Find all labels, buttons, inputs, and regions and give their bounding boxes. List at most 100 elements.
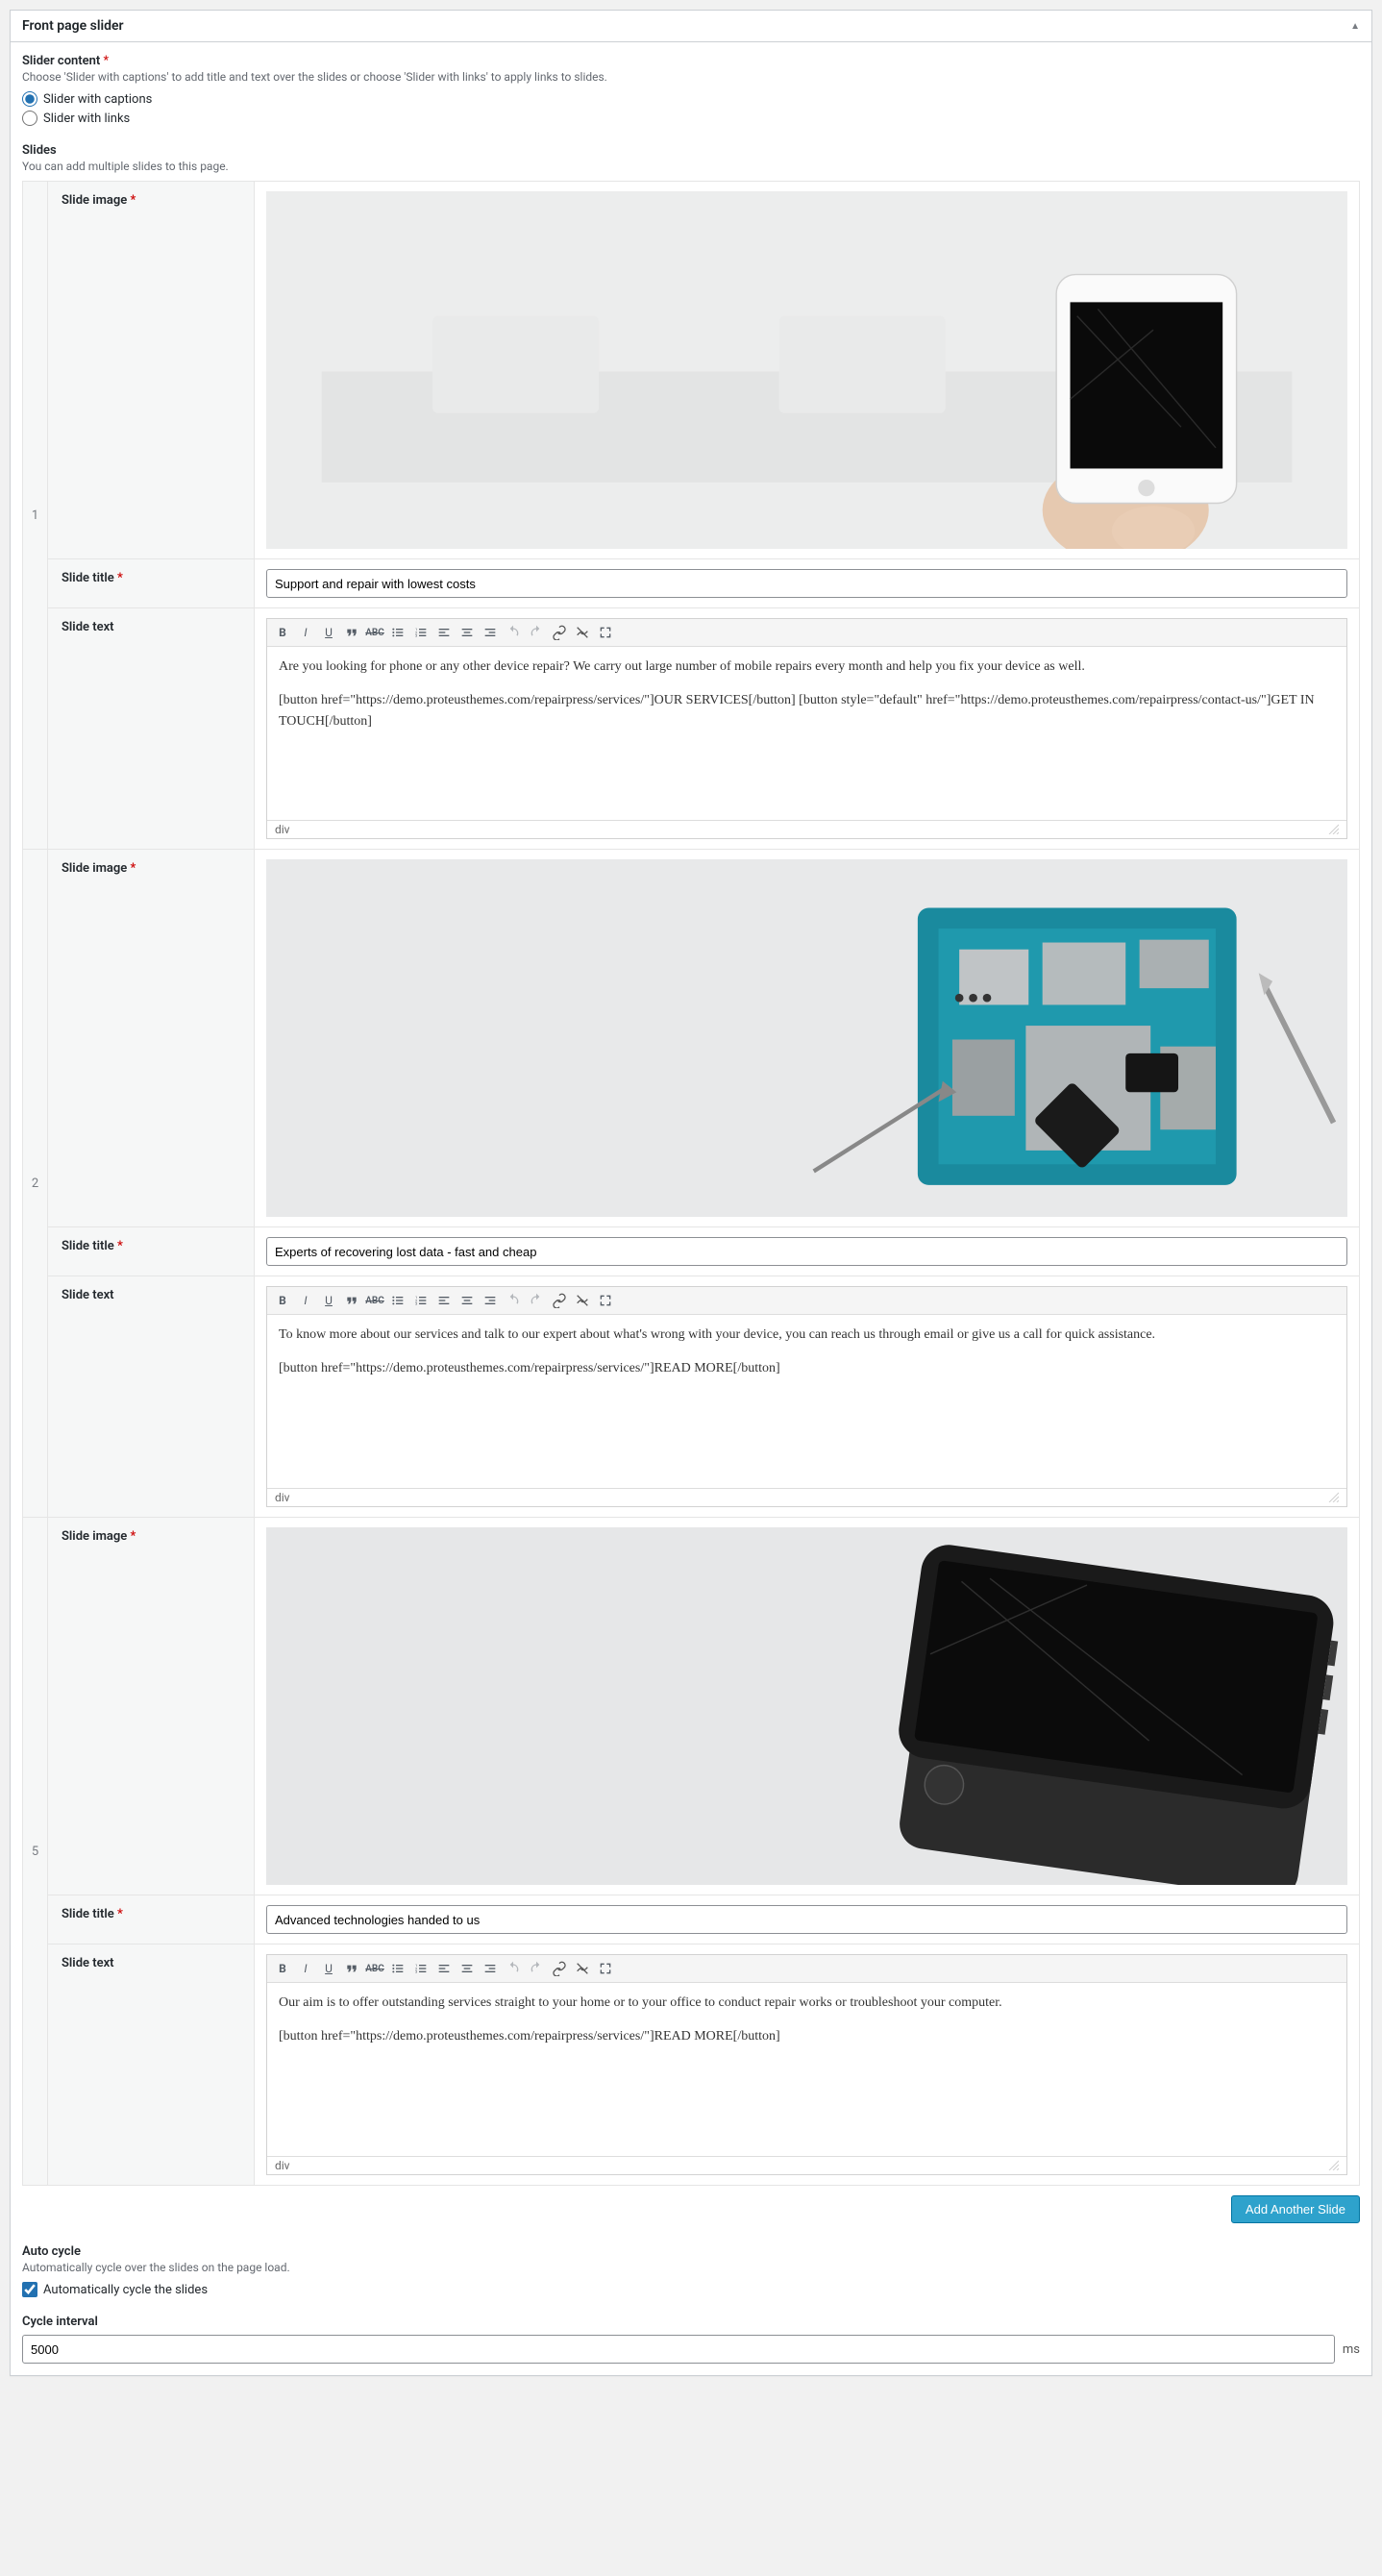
editor-content[interactable]: Are you looking for phone or any other d… [267,647,1346,820]
slide-image-preview[interactable] [266,191,1347,549]
resize-handle-icon[interactable] [1327,823,1339,834]
editor-path: div [275,823,290,836]
editor-path: div [275,2159,290,2172]
unlink-icon[interactable] [573,1959,592,1978]
undo-icon[interactable] [504,1959,523,1978]
fullscreen-icon[interactable] [596,1291,615,1310]
align-center-icon[interactable] [457,623,477,642]
redo-icon[interactable] [527,1291,546,1310]
row-index[interactable]: 5 [23,1518,48,2185]
svg-text:3: 3 [415,1969,417,1974]
align-right-icon[interactable] [481,1291,500,1310]
row-index[interactable]: 2 [23,850,48,1517]
blockquote-icon[interactable] [342,623,361,642]
underline-icon[interactable]: U [319,1291,338,1310]
bullet-list-icon[interactable] [388,1291,407,1310]
cycle-interval-input[interactable] [22,2335,1335,2364]
radio-label-captions[interactable]: Slider with captions [43,92,152,107]
slides-label: Slides [22,143,1360,158]
align-center-icon[interactable] [457,1959,477,1978]
slide-text-label: Slide text [48,608,255,849]
blockquote-icon[interactable] [342,1291,361,1310]
slide-image-2 [266,859,1347,1217]
wysiwyg-editor: B I U ABC 123 [266,618,1347,839]
slider-content-label: Slider content [22,54,100,68]
align-right-icon[interactable] [481,1959,500,1978]
slide-row: 5 Slide image * [23,1518,1359,2185]
align-right-icon[interactable] [481,623,500,642]
bold-icon[interactable]: B [273,1291,292,1310]
strikethrough-icon[interactable]: ABC [365,1291,384,1310]
italic-icon[interactable]: I [296,1291,315,1310]
interval-unit: ms [1343,2342,1360,2357]
editor-toolbar: B I U ABC 123 [267,619,1346,647]
blockquote-icon[interactable] [342,1959,361,1978]
align-left-icon[interactable] [434,623,454,642]
slide-image-label: Slide image [62,193,127,208]
panel-header[interactable]: Front page slider ▲ [11,11,1371,42]
radio-slider-captions[interactable] [22,91,37,107]
align-left-icon[interactable] [434,1959,454,1978]
auto-cycle-label: Auto cycle [22,2244,1360,2259]
slide-image-preview[interactable] [266,1527,1347,1885]
bold-icon[interactable]: B [273,623,292,642]
radio-slider-links[interactable] [22,111,37,126]
radio-label-links[interactable]: Slider with links [43,111,130,126]
editor-path: div [275,1491,290,1504]
slide-title-label: Slide title [62,571,114,585]
auto-cycle-checkbox[interactable] [22,2282,37,2297]
undo-icon[interactable] [504,1291,523,1310]
bullet-list-icon[interactable] [388,623,407,642]
strikethrough-icon[interactable]: ABC [365,623,384,642]
auto-cycle-checkbox-label[interactable]: Automatically cycle the slides [43,2283,208,2297]
add-slide-button[interactable]: Add Another Slide [1231,2195,1360,2223]
auto-cycle-help: Automatically cycle over the slides on t… [22,2261,1360,2274]
fullscreen-icon[interactable] [596,1959,615,1978]
strikethrough-icon[interactable]: ABC [365,1959,384,1978]
align-center-icon[interactable] [457,1291,477,1310]
bullet-list-icon[interactable] [388,1959,407,1978]
wysiwyg-editor: B I U ABC 123 [266,1954,1347,2175]
slide-image-1 [266,191,1347,549]
editor-toolbar: B I U ABC 123 [267,1287,1346,1315]
numbered-list-icon[interactable]: 123 [411,1291,431,1310]
cycle-interval-label: Cycle interval [22,2315,1360,2329]
slide-image-preview[interactable] [266,859,1347,1217]
italic-icon[interactable]: I [296,1959,315,1978]
svg-text:3: 3 [415,633,417,638]
collapse-icon: ▲ [1350,21,1360,32]
redo-icon[interactable] [527,623,546,642]
bold-icon[interactable]: B [273,1959,292,1978]
slide-image-3 [266,1527,1347,1885]
underline-icon[interactable]: U [319,623,338,642]
slide-title-input[interactable] [266,1237,1347,1266]
undo-icon[interactable] [504,623,523,642]
fullscreen-icon[interactable] [596,623,615,642]
svg-text:3: 3 [415,1301,417,1306]
wysiwyg-editor: B I U ABC 123 [266,1286,1347,1507]
editor-content[interactable]: Our aim is to offer outstanding services… [267,1983,1346,2156]
align-left-icon[interactable] [434,1291,454,1310]
resize-handle-icon[interactable] [1327,1491,1339,1502]
unlink-icon[interactable] [573,1291,592,1310]
editor-content[interactable]: To know more about our services and talk… [267,1315,1346,1488]
link-icon[interactable] [550,1291,569,1310]
required-mark: * [104,54,110,68]
slide-title-input[interactable] [266,569,1347,598]
editor-toolbar: B I U ABC 123 [267,1955,1346,1983]
slides-help: You can add multiple slides to this page… [22,160,1360,173]
resize-handle-icon[interactable] [1327,2159,1339,2170]
numbered-list-icon[interactable]: 123 [411,623,431,642]
link-icon[interactable] [550,1959,569,1978]
underline-icon[interactable]: U [319,1959,338,1978]
slider-content-help: Choose 'Slider with captions' to add tit… [22,70,1360,84]
row-index[interactable]: 1 [23,182,48,849]
slide-row: 1 Slide image * [23,182,1359,850]
link-icon[interactable] [550,623,569,642]
unlink-icon[interactable] [573,623,592,642]
italic-icon[interactable]: I [296,623,315,642]
redo-icon[interactable] [527,1959,546,1978]
slide-title-input[interactable] [266,1905,1347,1934]
slide-row: 2 Slide image * [23,850,1359,1518]
numbered-list-icon[interactable]: 123 [411,1959,431,1978]
